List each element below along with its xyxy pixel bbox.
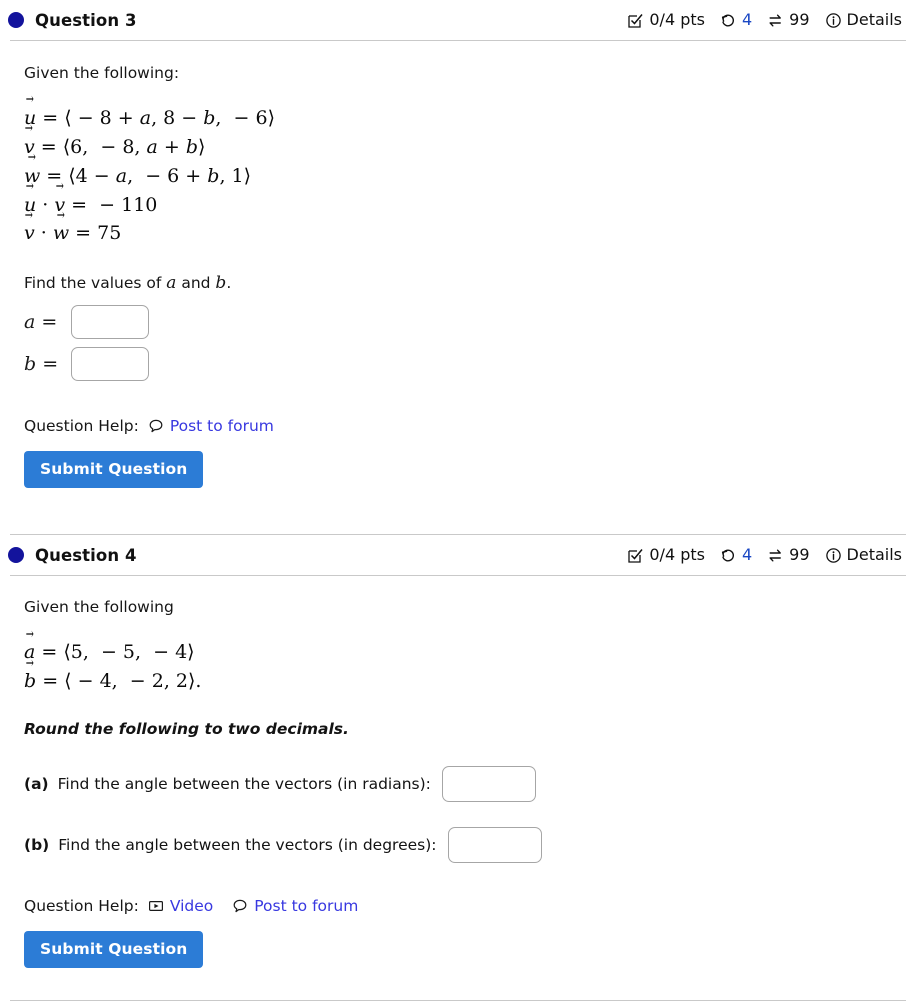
versions-count: 99 bbox=[789, 10, 810, 29]
part-a-text: Find the angle between the vectors (in r… bbox=[57, 774, 431, 793]
versions-group: 99 bbox=[767, 10, 810, 29]
part-row-b: (b) Find the angle between the vectors (… bbox=[24, 826, 892, 863]
part-b-text: Find the angle between the vectors (in d… bbox=[58, 835, 437, 854]
attempts-group: 4 bbox=[720, 12, 752, 29]
answer-row-b: b = bbox=[24, 347, 892, 382]
submit-question-button-4[interactable]: Submit Question bbox=[24, 930, 204, 968]
submit-question-button-3[interactable]: Submit Question bbox=[24, 451, 204, 489]
answer-input-b[interactable] bbox=[71, 347, 149, 382]
video-play-icon bbox=[148, 898, 164, 914]
question-3-header-divider bbox=[10, 40, 906, 41]
attempts-count: 4 bbox=[741, 545, 753, 565]
question-3-body: Given the following: u = ⟨ − 8 + a, 8 − … bbox=[0, 63, 916, 489]
question-status-dot-icon bbox=[8, 12, 24, 28]
versions-group: 99 bbox=[767, 545, 810, 565]
score-group: 0/4 pts bbox=[627, 547, 705, 564]
question-4-meta: 0/4 pts 4 99 Details bbox=[627, 547, 902, 564]
answer-input-a[interactable] bbox=[71, 305, 149, 340]
help-label: Question Help: bbox=[24, 896, 139, 915]
instruction-middle: and bbox=[176, 274, 216, 293]
question-3-instruction: Find the values of a and b. bbox=[24, 272, 892, 295]
post-to-forum-label: Post to forum bbox=[254, 896, 359, 915]
details-group[interactable]: Details bbox=[825, 547, 902, 564]
question-block-4: Question 4 0/4 pts 4 99 Details Given th… bbox=[0, 535, 916, 968]
question-4-rounding-note: Round the following to two decimals. bbox=[24, 719, 349, 738]
question-4-header-divider bbox=[10, 575, 906, 577]
swap-arrows-icon bbox=[767, 547, 784, 564]
instruction-suffix: . bbox=[226, 274, 232, 293]
question-4-help-row: Question Help: Video Post to forum bbox=[24, 897, 892, 915]
instruction-var-a: a bbox=[166, 273, 177, 294]
post-to-forum-label: Post to forum bbox=[169, 417, 274, 436]
question-block-3: Question 3 0/4 pts 4 99 Details Given th… bbox=[0, 0, 916, 489]
math-line: u = ⟨ − 8 + a, 8 − b, − 6⟩ bbox=[24, 104, 892, 133]
instruction-var-b: b bbox=[215, 273, 227, 294]
answer-row-a: a = bbox=[24, 305, 892, 340]
undo-circle-arrow-icon bbox=[720, 547, 737, 564]
versions-count: 99 bbox=[789, 545, 810, 565]
answer-label-a: a = bbox=[24, 311, 58, 334]
checkbox-check-icon bbox=[627, 12, 644, 29]
details-group[interactable]: Details bbox=[825, 12, 902, 29]
question-4-title: Question 4 bbox=[35, 545, 137, 565]
score-group: 0/4 pts bbox=[627, 12, 705, 29]
score-text: 0/4 pts bbox=[649, 545, 705, 565]
question-4-prompt: Given the following bbox=[24, 598, 174, 617]
answer-label-b: b = bbox=[24, 353, 59, 376]
question-3-header: Question 3 0/4 pts 4 99 Details bbox=[0, 0, 916, 40]
question-4-title-group: Question 4 bbox=[8, 546, 137, 565]
instruction-prefix: Find the values of bbox=[24, 274, 167, 293]
details-label[interactable]: Details bbox=[847, 547, 902, 563]
math-line: u · v = − 110 bbox=[24, 191, 892, 220]
post-to-forum-link[interactable]: Post to forum bbox=[148, 417, 274, 435]
question-3-title-group: Question 3 bbox=[8, 11, 137, 30]
swap-arrows-icon bbox=[767, 12, 784, 29]
attempts-count: 4 bbox=[741, 10, 753, 29]
speech-bubble-icon bbox=[232, 898, 248, 914]
info-circle-icon bbox=[825, 12, 842, 29]
question-4-header: Question 4 0/4 pts 4 99 Details bbox=[0, 535, 916, 575]
post-to-forum-link[interactable]: Post to forum bbox=[232, 897, 358, 915]
video-link[interactable]: Video bbox=[148, 897, 213, 915]
question-3-prompt: Given the following: bbox=[24, 64, 180, 82]
part-b-input[interactable] bbox=[447, 826, 542, 863]
part-a-input[interactable] bbox=[441, 765, 536, 802]
part-row-a: (a) Find the angle between the vectors (… bbox=[24, 765, 892, 802]
part-b-tag: (b) bbox=[24, 835, 50, 854]
speech-bubble-icon bbox=[148, 418, 164, 434]
video-label: Video bbox=[169, 896, 214, 915]
question-4-body: Given the following a = ⟨5, − 5, − 4⟩ b … bbox=[0, 597, 916, 968]
question-gap-spacer bbox=[0, 488, 916, 534]
undo-circle-arrow-icon bbox=[720, 12, 737, 29]
math-line: v · w = 75 bbox=[24, 219, 892, 248]
math-line: v = ⟨6, − 8, a + b⟩ bbox=[24, 133, 892, 162]
math-line: w = ⟨4 − a, − 6 + b, 1⟩ bbox=[24, 162, 892, 191]
help-label: Question Help: bbox=[24, 417, 139, 436]
score-text: 0/4 pts bbox=[649, 10, 705, 29]
question-3-help-row: Question Help: Post to forum bbox=[24, 417, 892, 435]
checkbox-check-icon bbox=[627, 547, 644, 564]
question-status-dot-icon bbox=[8, 547, 24, 564]
math-line: a = ⟨5, − 5, − 4⟩ bbox=[24, 638, 892, 667]
assignment-page: Question 3 0/4 pts 4 99 Details Given th… bbox=[0, 0, 916, 1001]
question-3-title: Question 3 bbox=[35, 10, 137, 30]
math-line: b = ⟨ − 4, − 2, 2⟩. bbox=[24, 667, 892, 696]
attempts-group: 4 bbox=[720, 547, 752, 564]
info-circle-icon bbox=[825, 547, 842, 564]
question-3-meta: 0/4 pts 4 99 Details bbox=[627, 12, 902, 29]
bottom-spacer bbox=[0, 968, 916, 1000]
part-a-tag: (a) bbox=[24, 774, 49, 793]
details-label[interactable]: Details bbox=[847, 12, 902, 28]
